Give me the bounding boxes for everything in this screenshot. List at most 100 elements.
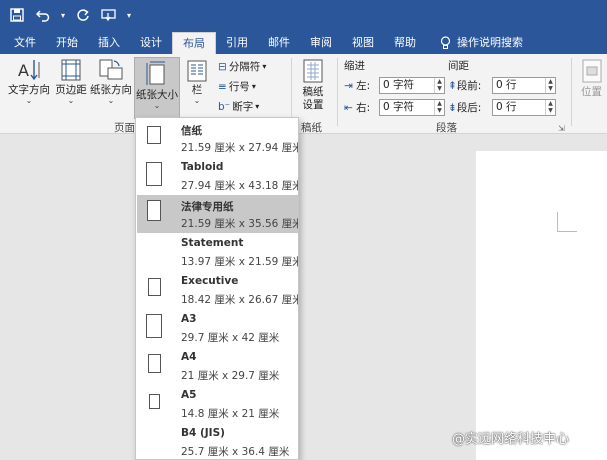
indent-left-icon: ⇥ [344, 80, 353, 92]
touch-mode-icon[interactable] [98, 4, 120, 26]
tab-review[interactable]: 审阅 [300, 32, 342, 54]
space-after-icon: ⇟ [448, 102, 457, 114]
option-dims: 21 厘米 x 29.7 厘米 [181, 370, 280, 382]
space-before-input[interactable]: 0 行 ▲ ▼ [492, 77, 556, 94]
paper-size-option-a3[interactable]: A3 29.7 厘米 x 42 厘米 [137, 309, 298, 347]
redo-icon[interactable] [72, 4, 94, 26]
line-numbers-button[interactable]: ≡ 行号 ▾ [218, 79, 256, 94]
tab-references[interactable]: 引用 [216, 32, 258, 54]
paper-size-option-a5[interactable]: A5 14.8 厘米 x 21 厘米 [137, 385, 298, 423]
chevron-down-icon: ▾ [255, 102, 260, 111]
space-after-label: ⇟段后: [448, 100, 481, 115]
space-before-value: 0 行 [496, 79, 517, 91]
chevron-down-icon: ⌄ [193, 96, 201, 105]
option-dims: 27.94 厘米 x 43.18 厘米 [181, 180, 299, 192]
option-name: A3 [181, 313, 197, 325]
indent-left-label: ⇥ 左: [344, 78, 370, 93]
tell-me-search[interactable]: 操作说明搜索 [426, 32, 533, 54]
space-after-value: 0 行 [496, 101, 517, 113]
line-numbers-icon: ≡ [218, 80, 227, 93]
tab-layout[interactable]: 布局 [172, 32, 216, 54]
page-break-icon: ⊟ [218, 60, 227, 73]
orientation-button[interactable]: 纸张方向 ⌄ [90, 58, 132, 105]
paper-icon [147, 200, 161, 221]
space-after-text: 段后: [456, 102, 482, 114]
position-icon [582, 59, 601, 83]
paragraph-group-label: 段落 [436, 122, 457, 134]
draft-paper-settings-button[interactable]: 稿纸 设置 [298, 58, 328, 112]
tab-view[interactable]: 视图 [342, 32, 384, 54]
draft-paper-icon [303, 59, 323, 83]
title-bar: ▾ ▾ [0, 0, 607, 30]
group-divider [571, 58, 572, 126]
paper-size-option-letter[interactable]: 信纸 21.59 厘米 x 27.94 厘米 [137, 119, 298, 157]
paper-size-option-b4-jis[interactable]: B4 (JIS) 25.7 厘米 x 36.4 厘米 [137, 423, 298, 459]
dialog-launcher-icon[interactable]: ⇲ [558, 124, 565, 133]
chevron-down-icon: ▾ [251, 82, 256, 91]
option-dims: 29.7 厘米 x 42 厘米 [181, 332, 280, 344]
chevron-down-icon: ⌄ [107, 96, 115, 105]
paper-icon [146, 162, 162, 186]
option-dims: 25.7 厘米 x 36.4 厘米 [181, 446, 290, 458]
paper-size-dropdown: 信纸 21.59 厘米 x 27.94 厘米 Tabloid 27.94 厘米 … [135, 117, 299, 460]
size-button[interactable]: 纸张大小 ⌄ [134, 57, 180, 119]
paper-size-option-a4[interactable]: A4 21 厘米 x 29.7 厘米 [137, 347, 298, 385]
paper-icon [148, 354, 161, 373]
paper-size-option-statement[interactable]: Statement 13.97 厘米 x 21.59 厘米 [137, 233, 298, 271]
chevron-down-icon: ▾ [262, 62, 267, 71]
space-after-input[interactable]: 0 行 ▲ ▼ [492, 99, 556, 116]
hyphenation-button[interactable]: b⁻ 断字 ▾ [218, 99, 259, 114]
text-direction-button[interactable]: A 文字方向 ⌄ [6, 58, 52, 105]
save-icon[interactable] [6, 4, 28, 26]
paper-icon [146, 314, 162, 338]
margins-button[interactable]: 页边距 ⌄ [54, 58, 88, 105]
watermark-text: @实远网络科技中心 [452, 432, 570, 447]
undo-icon[interactable] [32, 4, 54, 26]
chevron-down-icon[interactable]: ▾ [58, 4, 68, 26]
paper-size-option-legal[interactable]: 法律专用纸 21.59 厘米 x 35.56 厘米 [137, 195, 298, 233]
indent-right-text: 右: [356, 102, 371, 114]
paper-size-option-tabloid[interactable]: Tabloid 27.94 厘米 x 43.18 厘米 [137, 157, 298, 195]
indent-left-input[interactable]: 0 字符 ▲ ▼ [379, 77, 445, 94]
tab-design[interactable]: 设计 [130, 32, 172, 54]
page-setup-group-label: 页面 [114, 122, 135, 134]
customize-icon[interactable]: ▾ [124, 4, 134, 26]
ribbon-tabs: 文件 开始 插入 设计 布局 引用 邮件 审阅 视图 帮助 操作说明搜索 [0, 30, 607, 54]
draft-label-2: 设置 [302, 99, 324, 111]
paper-size-option-executive[interactable]: Executive 18.42 厘米 x 26.67 厘米 [137, 271, 298, 309]
spinner-arrows-icon[interactable]: ▲ ▼ [434, 78, 444, 93]
text-direction-icon: A [18, 60, 40, 81]
chevron-down-icon: ⌄ [67, 96, 75, 105]
space-before-icon: ⇞ [448, 80, 457, 92]
spinner-arrows-icon[interactable]: ▲ ▼ [434, 100, 444, 115]
tab-file[interactable]: 文件 [4, 32, 46, 54]
paper-icon [148, 278, 161, 296]
tell-me-label: 操作说明搜索 [457, 36, 523, 49]
tab-help[interactable]: 帮助 [384, 32, 426, 54]
option-dims: 21.59 厘米 x 35.56 厘米 [181, 218, 299, 230]
spinner-arrows-icon[interactable]: ▲ ▼ [545, 100, 555, 115]
ribbon-layout: A 文字方向 ⌄ 页边距 ⌄ 纸张方向 ⌄ 纸张大小 ⌄ 栏 ⌄ ⊟ 分隔符 ▾… [0, 54, 607, 134]
option-name: Executive [181, 275, 239, 287]
tab-mailings[interactable]: 邮件 [258, 32, 300, 54]
option-dims: 14.8 厘米 x 21 厘米 [181, 408, 280, 420]
tab-insert[interactable]: 插入 [88, 32, 130, 54]
indent-left-text: 左: [356, 80, 371, 92]
option-name: B4 (JIS) [181, 427, 225, 439]
position-label: 位置 [581, 86, 602, 98]
document-page[interactable] [476, 151, 607, 460]
option-name: A4 [181, 351, 197, 363]
columns-button[interactable]: 栏 ⌄ [184, 60, 210, 105]
position-button[interactable]: 位置 [576, 58, 607, 99]
tab-home[interactable]: 开始 [46, 32, 88, 54]
hyphenation-label: 断字 [232, 101, 254, 113]
chevron-down-icon: ⌄ [153, 101, 161, 110]
breaks-button[interactable]: ⊟ 分隔符 ▾ [218, 59, 266, 74]
indent-right-icon: ⇤ [344, 102, 353, 114]
line-numbers-label: 行号 [228, 81, 250, 93]
option-name: 法律专用纸 [181, 201, 234, 213]
indent-right-input[interactable]: 0 字符 ▲ ▼ [379, 99, 445, 116]
option-dims: 18.42 厘米 x 26.67 厘米 [181, 294, 299, 306]
spinner-arrows-icon[interactable]: ▲ ▼ [545, 78, 555, 93]
margins-icon [61, 59, 81, 81]
